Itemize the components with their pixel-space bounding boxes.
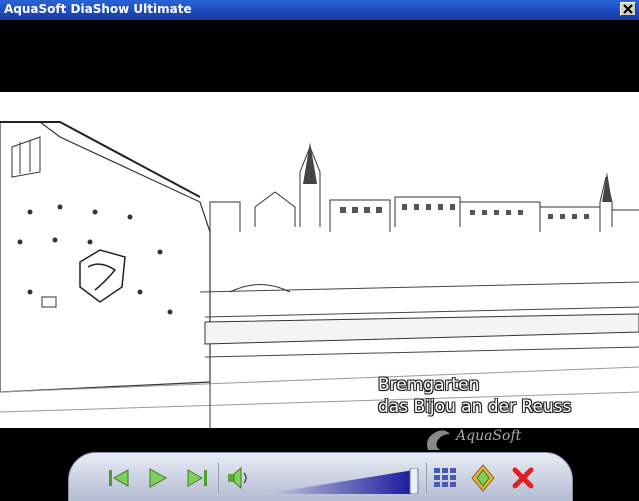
separator bbox=[218, 463, 219, 493]
volume-slider-thumb[interactable] bbox=[409, 468, 419, 494]
grid-icon bbox=[434, 468, 456, 487]
exit-x-icon bbox=[512, 467, 534, 489]
aquasoft-logo-icon bbox=[427, 430, 450, 450]
next-button[interactable] bbox=[182, 463, 212, 493]
navigator-icon bbox=[471, 464, 495, 492]
skip-forward-icon bbox=[187, 469, 207, 487]
volume-slider[interactable] bbox=[264, 468, 420, 494]
slide-caption: Bremgarten das Bijou an der Reuss bbox=[378, 374, 571, 418]
window-close-button[interactable] bbox=[620, 2, 636, 16]
close-icon bbox=[623, 4, 633, 14]
skip-back-icon bbox=[109, 469, 129, 487]
aquasoft-watermark: AquaSoft bbox=[456, 428, 522, 444]
exit-button[interactable] bbox=[508, 463, 538, 493]
title-bar[interactable]: AquaSoft DiaShow Ultimate bbox=[0, 0, 639, 20]
navigator-button[interactable] bbox=[468, 463, 498, 493]
volume-button[interactable] bbox=[222, 463, 252, 493]
window-title: AquaSoft DiaShow Ultimate bbox=[4, 2, 192, 16]
caption-line-1: Bremgarten bbox=[378, 375, 480, 395]
play-button[interactable] bbox=[142, 463, 172, 493]
speaker-icon bbox=[228, 466, 247, 490]
caption-line-2: das Bijou an der Reuss bbox=[378, 397, 572, 417]
slideshow-window: AquaSoft DiaShow Ultimate Bremgarten das… bbox=[0, 0, 639, 501]
separator bbox=[426, 463, 427, 493]
play-icon bbox=[149, 468, 168, 488]
overview-grid-button[interactable] bbox=[430, 463, 460, 493]
previous-button[interactable] bbox=[104, 463, 134, 493]
